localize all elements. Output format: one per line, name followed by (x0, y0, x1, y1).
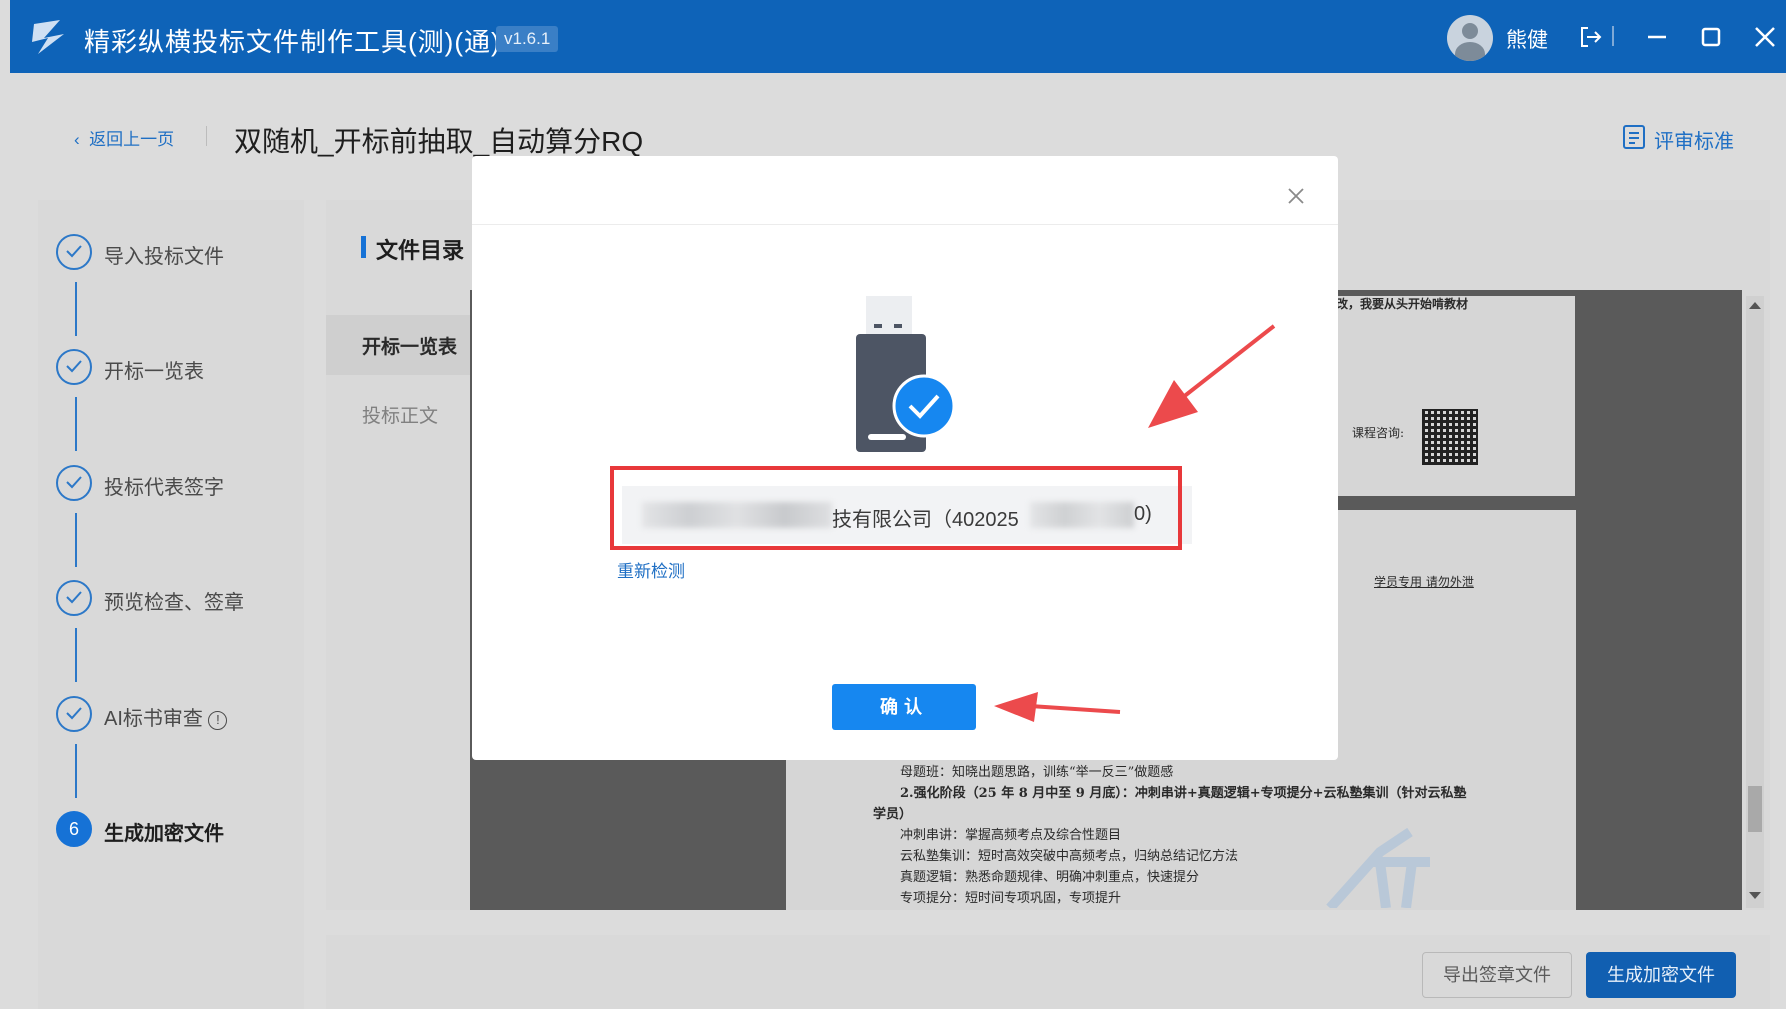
step-label: AI标书审查 ! (104, 702, 228, 731)
check-circle-icon (56, 696, 92, 732)
confirm-button[interactable]: 确认 (832, 684, 976, 730)
step-connector (75, 397, 77, 451)
app-title: 精彩纵横投标文件制作工具(测)(通) (84, 27, 501, 57)
avatar[interactable] (1447, 15, 1493, 61)
export-seal-file-button[interactable]: 导出签章文件 (1422, 952, 1572, 998)
step-connector (75, 513, 77, 567)
usb-key-check-icon (856, 296, 956, 452)
tree-item-bid-body[interactable]: 投标正文 (362, 401, 438, 428)
watermark-logo-icon (1326, 827, 1430, 908)
username[interactable]: 熊健 (1506, 24, 1548, 54)
document-page (1335, 296, 1575, 496)
check-circle-icon (56, 465, 92, 501)
preview-scrollbar-thumb[interactable] (1748, 786, 1762, 832)
qr-label: 课程咨询: (1352, 426, 1405, 440)
back-link[interactable]: ‹ 返回上一页 (74, 125, 174, 150)
version-badge: v1.6.1 (496, 26, 559, 52)
check-circle-icon (56, 234, 92, 270)
step-label: 开标一览表 (104, 361, 204, 383)
titlebar-separator (1612, 26, 1614, 46)
scroll-up-icon[interactable] (1749, 302, 1761, 309)
step-number-badge: 6 (56, 811, 92, 847)
document-list-icon[interactable] (1622, 124, 1646, 150)
logout-icon[interactable] (1576, 22, 1606, 52)
watermark-text: 学员专用 请勿外泄 (1374, 575, 1474, 589)
step-label: 导入投标文件 (104, 246, 224, 268)
check-circle-icon (56, 349, 92, 385)
dialog-divider (472, 224, 1338, 225)
step-label: 生成加密文件 (104, 823, 224, 845)
document-text-line: 云私塾集训：短时高效突破中高频考点，归纳总结记忆方法 (900, 849, 1239, 864)
generate-encrypted-file-button[interactable]: 生成加密文件 (1586, 952, 1736, 998)
step-connector (75, 282, 77, 336)
minimize-icon[interactable] (1642, 22, 1672, 52)
highlight-box (610, 466, 1182, 550)
maximize-icon[interactable] (1696, 22, 1726, 52)
annotation-arrow-icon (994, 692, 1121, 722)
step-label: 投标代表签字 (104, 477, 224, 499)
document-text-line: 冲刺串讲：掌握高频考点及综合性题目 (900, 828, 1122, 843)
close-window-icon[interactable] (1750, 22, 1780, 52)
step-connector (75, 744, 77, 798)
scroll-down-icon[interactable] (1749, 892, 1761, 899)
app-logo-icon (32, 20, 64, 54)
directory-title: 文件目录 (376, 238, 465, 263)
step-connector (75, 628, 77, 682)
document-text-line: 母题班：知晓出题思路，训练“举一反三”做题感 (900, 765, 1174, 780)
annotation-arrow-icon (1148, 324, 1276, 428)
document-text-line: 学员） (873, 807, 913, 822)
document-text-line: 改，我要从头开始啃教材 (1336, 297, 1469, 311)
review-criteria-link[interactable]: 评审标准 (1654, 125, 1734, 154)
usb-key-dialog (472, 156, 1338, 760)
back-link-label: 返回上一页 (89, 130, 175, 149)
section-accent-bar (361, 236, 366, 258)
document-text-line: 2.强化阶段（25 年 8 月中至 9 月底）：冲刺串讲+真题逻辑+专项提分+云… (900, 786, 1467, 801)
check-circle-icon (56, 580, 92, 616)
redetect-link[interactable]: 重新检测 (617, 557, 685, 582)
page-title: 双随机_开标前抽取_自动算分RQ (234, 126, 644, 157)
step-label: 预览检查、签章 (104, 592, 244, 614)
qr-code (1422, 409, 1478, 465)
header-separator (206, 126, 207, 146)
document-text-line: 专项提分：短时间专项巩固，专项提升 (900, 891, 1122, 906)
tree-item-bid-summary[interactable]: 开标一览表 (362, 332, 457, 359)
close-icon[interactable] (1286, 186, 1306, 206)
document-text-line: 真题逻辑：熟悉命题规律、明确冲刺重点，快速提分 (900, 870, 1200, 885)
info-icon[interactable]: ! (208, 711, 228, 730)
